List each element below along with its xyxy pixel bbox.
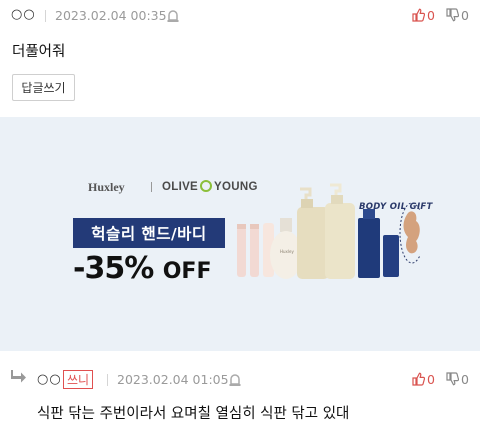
divider — [45, 10, 46, 22]
ad-banner[interactable]: Huxley OLIVE YOUNG 헉슬리 핸드/바디 -35% OFF BOD… — [0, 117, 480, 351]
reply-text: 식판 닦는 주번이라서 요며칠 열심히 식판 닦고 있대 — [37, 406, 350, 422]
reply-date: 2023.02.04 01:05 — [117, 372, 229, 387]
ad-brand-logo: Huxley — [88, 180, 125, 194]
thumbs-up-icon — [412, 372, 425, 386]
reply-write-button[interactable]: 답글쓰기 — [12, 74, 75, 101]
thumbs-up-icon — [412, 8, 425, 22]
siren-icon[interactable] — [228, 371, 242, 387]
comment-date: 2023.02.04 00:35 — [55, 8, 167, 23]
upvote-button[interactable]: 0 — [412, 6, 435, 24]
siren-icon[interactable] — [166, 7, 180, 23]
downvote-count: 0 — [461, 7, 469, 23]
divider — [107, 374, 108, 386]
upvote-count: 0 — [427, 7, 435, 23]
comment-text: 더풀어줘 — [12, 44, 66, 60]
product-lineup-image: Huxley — [237, 183, 420, 279]
ad-discount-number: -35% — [73, 251, 154, 286]
upvote-button[interactable]: 0 — [412, 370, 435, 388]
upvote-count: 0 — [427, 371, 435, 387]
downvote-button[interactable]: 0 — [446, 370, 469, 388]
ad-discount: -35% OFF — [73, 251, 211, 286]
ad-discount-word: OFF — [162, 259, 212, 284]
ad-headline: 헉슬리 핸드/바디 — [73, 218, 225, 248]
partner-logo-left: OLIVE — [162, 181, 199, 193]
comment-nickname[interactable]: ○○ — [11, 7, 36, 22]
thumbs-down-icon — [446, 372, 459, 386]
reply-header: ○○ 쓰니 2023.02.04 01:05 0 0 — [0, 364, 480, 394]
reply-nickname[interactable]: ○○ — [37, 372, 62, 387]
ad-brand-divider — [151, 182, 152, 192]
downvote-button[interactable]: 0 — [446, 6, 469, 24]
downvote-count: 0 — [461, 371, 469, 387]
bottle-label: Huxley — [280, 249, 294, 254]
comment-header: ○○ 2023.02.04 00:35 0 0 — [0, 0, 480, 32]
olive-icon — [200, 180, 213, 192]
thumbs-down-icon — [446, 8, 459, 22]
writer-badge: 쓰니 — [63, 370, 94, 389]
